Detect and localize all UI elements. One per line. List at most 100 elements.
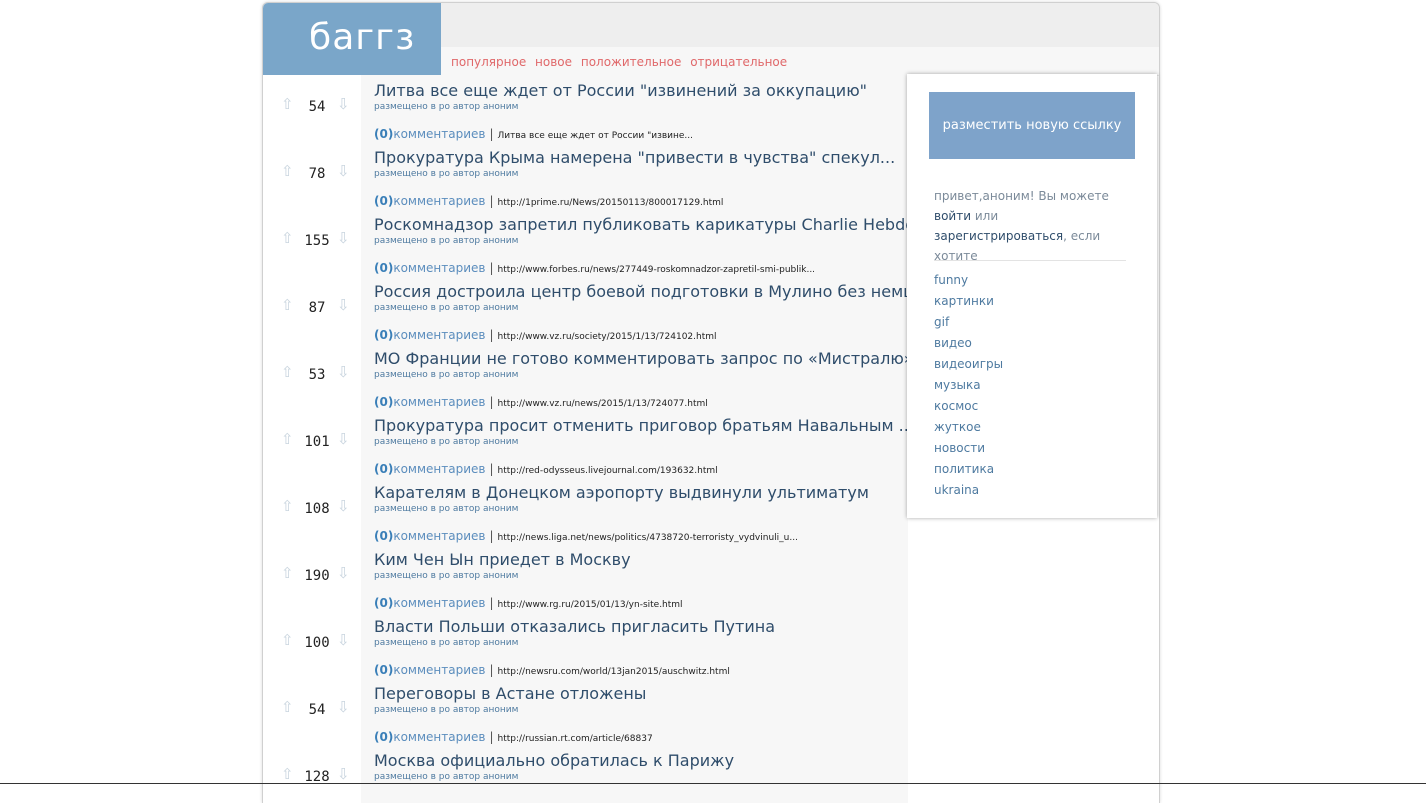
category-link[interactable]: видеоигры [934, 357, 1003, 371]
tab-negative[interactable]: отрицательное [690, 55, 787, 69]
comments-row: (0)комментариев | Литва все еще ждет от Ро… [374, 127, 693, 141]
link-url[interactable]: http://www.rg.ru/2015/01/13/yn-site.html [498, 600, 683, 610]
link-url[interactable]: http://1prime.ru/News/20150113/800017129… [498, 198, 724, 208]
down-arrow-icon[interactable]: ⇩ [337, 363, 350, 381]
up-arrow-icon[interactable]: ⇧ [281, 564, 294, 582]
link-url[interactable]: http://newsru.com/world/13jan2015/auschw… [498, 667, 730, 677]
register-link[interactable]: зарегистрироваться [934, 229, 1063, 243]
category-link[interactable]: новости [934, 441, 985, 455]
comments-count[interactable]: (0) [374, 730, 393, 744]
logo-text: баггз [309, 17, 416, 58]
post-new-link-button[interactable]: разместить новую ссылку [929, 92, 1135, 159]
link-url[interactable]: http://www.vz.ru/society/2015/1/13/72410… [498, 332, 717, 342]
link-title[interactable]: Переговоры в Астане отложены [374, 684, 646, 703]
link-url[interactable]: http://www.vz.ru/news/2015/1/13/724077.h… [498, 399, 708, 409]
down-arrow-icon[interactable]: ⇩ [337, 229, 350, 247]
comments-link[interactable]: комментариев [393, 529, 485, 543]
down-arrow-icon[interactable]: ⇩ [337, 296, 350, 314]
link-url[interactable]: http://news.liga.net/news/politics/47387… [498, 533, 798, 543]
comments-count[interactable]: (0) [374, 395, 393, 409]
login-link[interactable]: войти [934, 209, 971, 223]
category-link[interactable]: картинки [934, 294, 994, 308]
down-arrow-icon[interactable]: ⇩ [337, 698, 350, 716]
vote-widget: ⇧ 155 ⇩ [281, 229, 361, 251]
down-arrow-icon[interactable]: ⇩ [337, 631, 350, 649]
up-arrow-icon[interactable]: ⇧ [281, 296, 294, 314]
link-meta: размещено в ро автор аноним [374, 169, 519, 179]
up-arrow-icon[interactable]: ⇧ [281, 765, 294, 783]
link-url[interactable]: http://www.forbes.ru/news/277449-roskomn… [498, 265, 816, 275]
up-arrow-icon[interactable]: ⇧ [281, 162, 294, 180]
link-title[interactable]: Прокуратура просит отменить приговор бра… [374, 416, 914, 435]
comments-link[interactable]: комментариев [393, 730, 485, 744]
down-arrow-icon[interactable]: ⇩ [337, 162, 350, 180]
comments-link[interactable]: комментариев [393, 127, 485, 141]
comments-count[interactable]: (0) [374, 663, 393, 677]
up-arrow-icon[interactable]: ⇧ [281, 229, 294, 247]
comments-link[interactable]: комментариев [393, 663, 485, 677]
vote-score: 190 [304, 568, 330, 584]
link-url[interactable]: http://red-odysseus.livejournal.com/1936… [498, 466, 718, 476]
up-arrow-icon[interactable]: ⇧ [281, 631, 294, 649]
link-item: ⇧ 78 ⇩ Прокуратура Крыма намерена "привести… [263, 142, 908, 209]
tab-positive[interactable]: положительное [581, 55, 682, 69]
link-item: ⇧ 54 ⇩ Переговоры в Астане отложены размещен… [263, 678, 908, 745]
link-meta: размещено в ро автор аноним [374, 303, 519, 313]
site-logo[interactable]: баггз [263, 3, 441, 75]
link-title[interactable]: МО Франции не готово комментировать запр… [374, 349, 914, 368]
category-link[interactable]: музыка [934, 378, 981, 392]
link-url[interactable]: Литва все еще ждет от России "извине... [498, 131, 694, 141]
category-link[interactable]: gif [934, 315, 949, 329]
vote-widget: ⇧ 54 ⇩ [281, 95, 361, 117]
link-title[interactable]: Москва официально обратилась к Парижу [374, 751, 734, 770]
comments-count[interactable]: (0) [374, 127, 393, 141]
category-link[interactable]: жуткое [934, 420, 981, 434]
up-arrow-icon[interactable]: ⇧ [281, 698, 294, 716]
sort-tabs: популярное новое положительное отрицател… [451, 55, 792, 69]
category-link[interactable]: космос [934, 399, 978, 413]
down-arrow-icon[interactable]: ⇩ [337, 497, 350, 515]
comments-count[interactable]: (0) [374, 261, 393, 275]
link-meta: размещено в ро автор аноним [374, 102, 519, 112]
category-link[interactable]: политика [934, 462, 994, 476]
up-arrow-icon[interactable]: ⇧ [281, 497, 294, 515]
down-arrow-icon[interactable]: ⇩ [337, 765, 350, 783]
up-arrow-icon[interactable]: ⇧ [281, 430, 294, 448]
greeting-or: или [974, 209, 999, 223]
down-arrow-icon[interactable]: ⇩ [337, 430, 350, 448]
bottom-border [0, 783, 1426, 784]
comments-count[interactable]: (0) [374, 194, 393, 208]
comments-link[interactable]: комментариев [393, 462, 485, 476]
link-title[interactable]: Ким Чен Ын приедет в Москву [374, 550, 631, 569]
link-title[interactable]: Роскомнадзор запретил публиковать карика… [374, 215, 915, 234]
sidebar: разместить новую ссылку привет,аноним! В… [907, 74, 1157, 518]
link-title[interactable]: Прокуратура Крыма намерена "привести в ч… [374, 148, 895, 167]
tab-new[interactable]: новое [535, 55, 572, 69]
category-link[interactable]: ukraina [934, 483, 979, 497]
category-link[interactable]: funny [934, 273, 968, 287]
comments-count[interactable]: (0) [374, 596, 393, 610]
down-arrow-icon[interactable]: ⇩ [337, 564, 350, 582]
comments-count[interactable]: (0) [374, 529, 393, 543]
down-arrow-icon[interactable]: ⇩ [337, 95, 350, 113]
comments-count[interactable]: (0) [374, 462, 393, 476]
link-title[interactable]: Литва все еще ждет от России "извинений … [374, 81, 867, 100]
link-title[interactable]: Карателям в Донецком аэропорту выдвинули… [374, 483, 869, 502]
comments-count[interactable]: (0) [374, 328, 393, 342]
up-arrow-icon[interactable]: ⇧ [281, 95, 294, 113]
link-item: ⇧ 155 ⇩ Роскомнадзор запретил публиковать к… [263, 209, 915, 276]
comments-row: (0)комментариев | http://www.vz.ru/news/20… [374, 395, 708, 409]
comments-link[interactable]: комментариев [393, 596, 485, 610]
vote-score: 101 [304, 434, 330, 450]
up-arrow-icon[interactable]: ⇧ [281, 363, 294, 381]
category-link[interactable]: видео [934, 336, 972, 350]
link-title[interactable]: Власти Польши отказались пригласить Пути… [374, 617, 775, 636]
comments-link[interactable]: комментариев [393, 194, 485, 208]
link-url[interactable]: http://russian.rt.com/article/68837 [498, 734, 653, 744]
comments-link[interactable]: комментариев [393, 328, 485, 342]
comments-link[interactable]: комментариев [393, 261, 485, 275]
comments-link[interactable]: комментариев [393, 395, 485, 409]
link-title[interactable]: Россия достроила центр боевой подготовки… [374, 282, 939, 301]
tab-popular[interactable]: популярное [451, 55, 526, 69]
category-item: ukraina [934, 480, 1003, 501]
